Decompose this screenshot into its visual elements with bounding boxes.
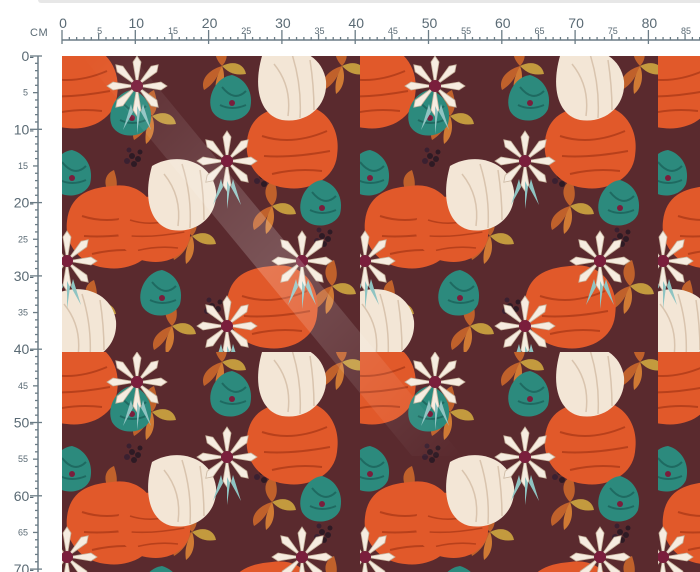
- ruler-top-minor-label: 45: [388, 26, 398, 36]
- ruler-top-major-label: 10: [129, 15, 145, 31]
- ruler-left-minor-label: 65: [18, 527, 28, 537]
- ruler-top-minor-label: 35: [315, 26, 325, 36]
- ruler-left-minor-label: 25: [18, 234, 28, 244]
- ruler-top-minor-label: 75: [608, 26, 618, 36]
- ruler-left-minor-label: 35: [18, 308, 28, 318]
- ruler-top-minor-label: 25: [241, 26, 251, 36]
- ruler-top-major-label: 30: [275, 15, 291, 31]
- ruler-top-major-label: 40: [348, 15, 364, 31]
- ruler-top-minor-label: 55: [461, 26, 471, 36]
- ruler-left-minor-label: 5: [23, 88, 28, 98]
- ruler-top-major-label: 20: [202, 15, 218, 31]
- ruler-top-minor-label: 15: [168, 26, 178, 36]
- ruler-left-major-label: 40-: [14, 341, 35, 357]
- ruler-top-minor-label: 65: [534, 26, 544, 36]
- ruler-left: 0- 10- 20- 30- 40- 50- 60- 70- 5 15 25 35 45 55 65: [14, 48, 42, 572]
- ruler-top-major-label: 50: [422, 15, 438, 31]
- ruler-left-major-label: 60-: [14, 488, 35, 504]
- ruler-top: 0 10 20 30 40 50 60 70 805 15 25 35 45 55 65 75 85: [59, 15, 700, 44]
- fabric-pattern-preview: [62, 56, 700, 572]
- ruler-left-major-label: 0-: [22, 48, 35, 64]
- ruler-left-major-label: 20-: [14, 195, 35, 211]
- ruler-left-major-label: 10-: [14, 121, 35, 137]
- ruler-left-major-label: 70-: [14, 561, 35, 572]
- ruler-left-minor-label: 55: [18, 454, 28, 464]
- ruler-top-minor-label: 85: [681, 26, 691, 36]
- ruler-top-major-label: 70: [568, 15, 584, 31]
- ruler-left-major-label: 30-: [14, 268, 35, 284]
- ruler-left-minor-label: 45: [18, 381, 28, 391]
- ruler-left-major-label: 50-: [14, 415, 35, 431]
- floral-pattern-image: [62, 56, 700, 572]
- ruler-top-major-label: 60: [495, 15, 511, 31]
- ruler-top-minor-label: 5: [97, 26, 102, 36]
- ruler-left-minor-label: 15: [18, 161, 28, 171]
- ruler-top-major-label: 80: [642, 15, 658, 31]
